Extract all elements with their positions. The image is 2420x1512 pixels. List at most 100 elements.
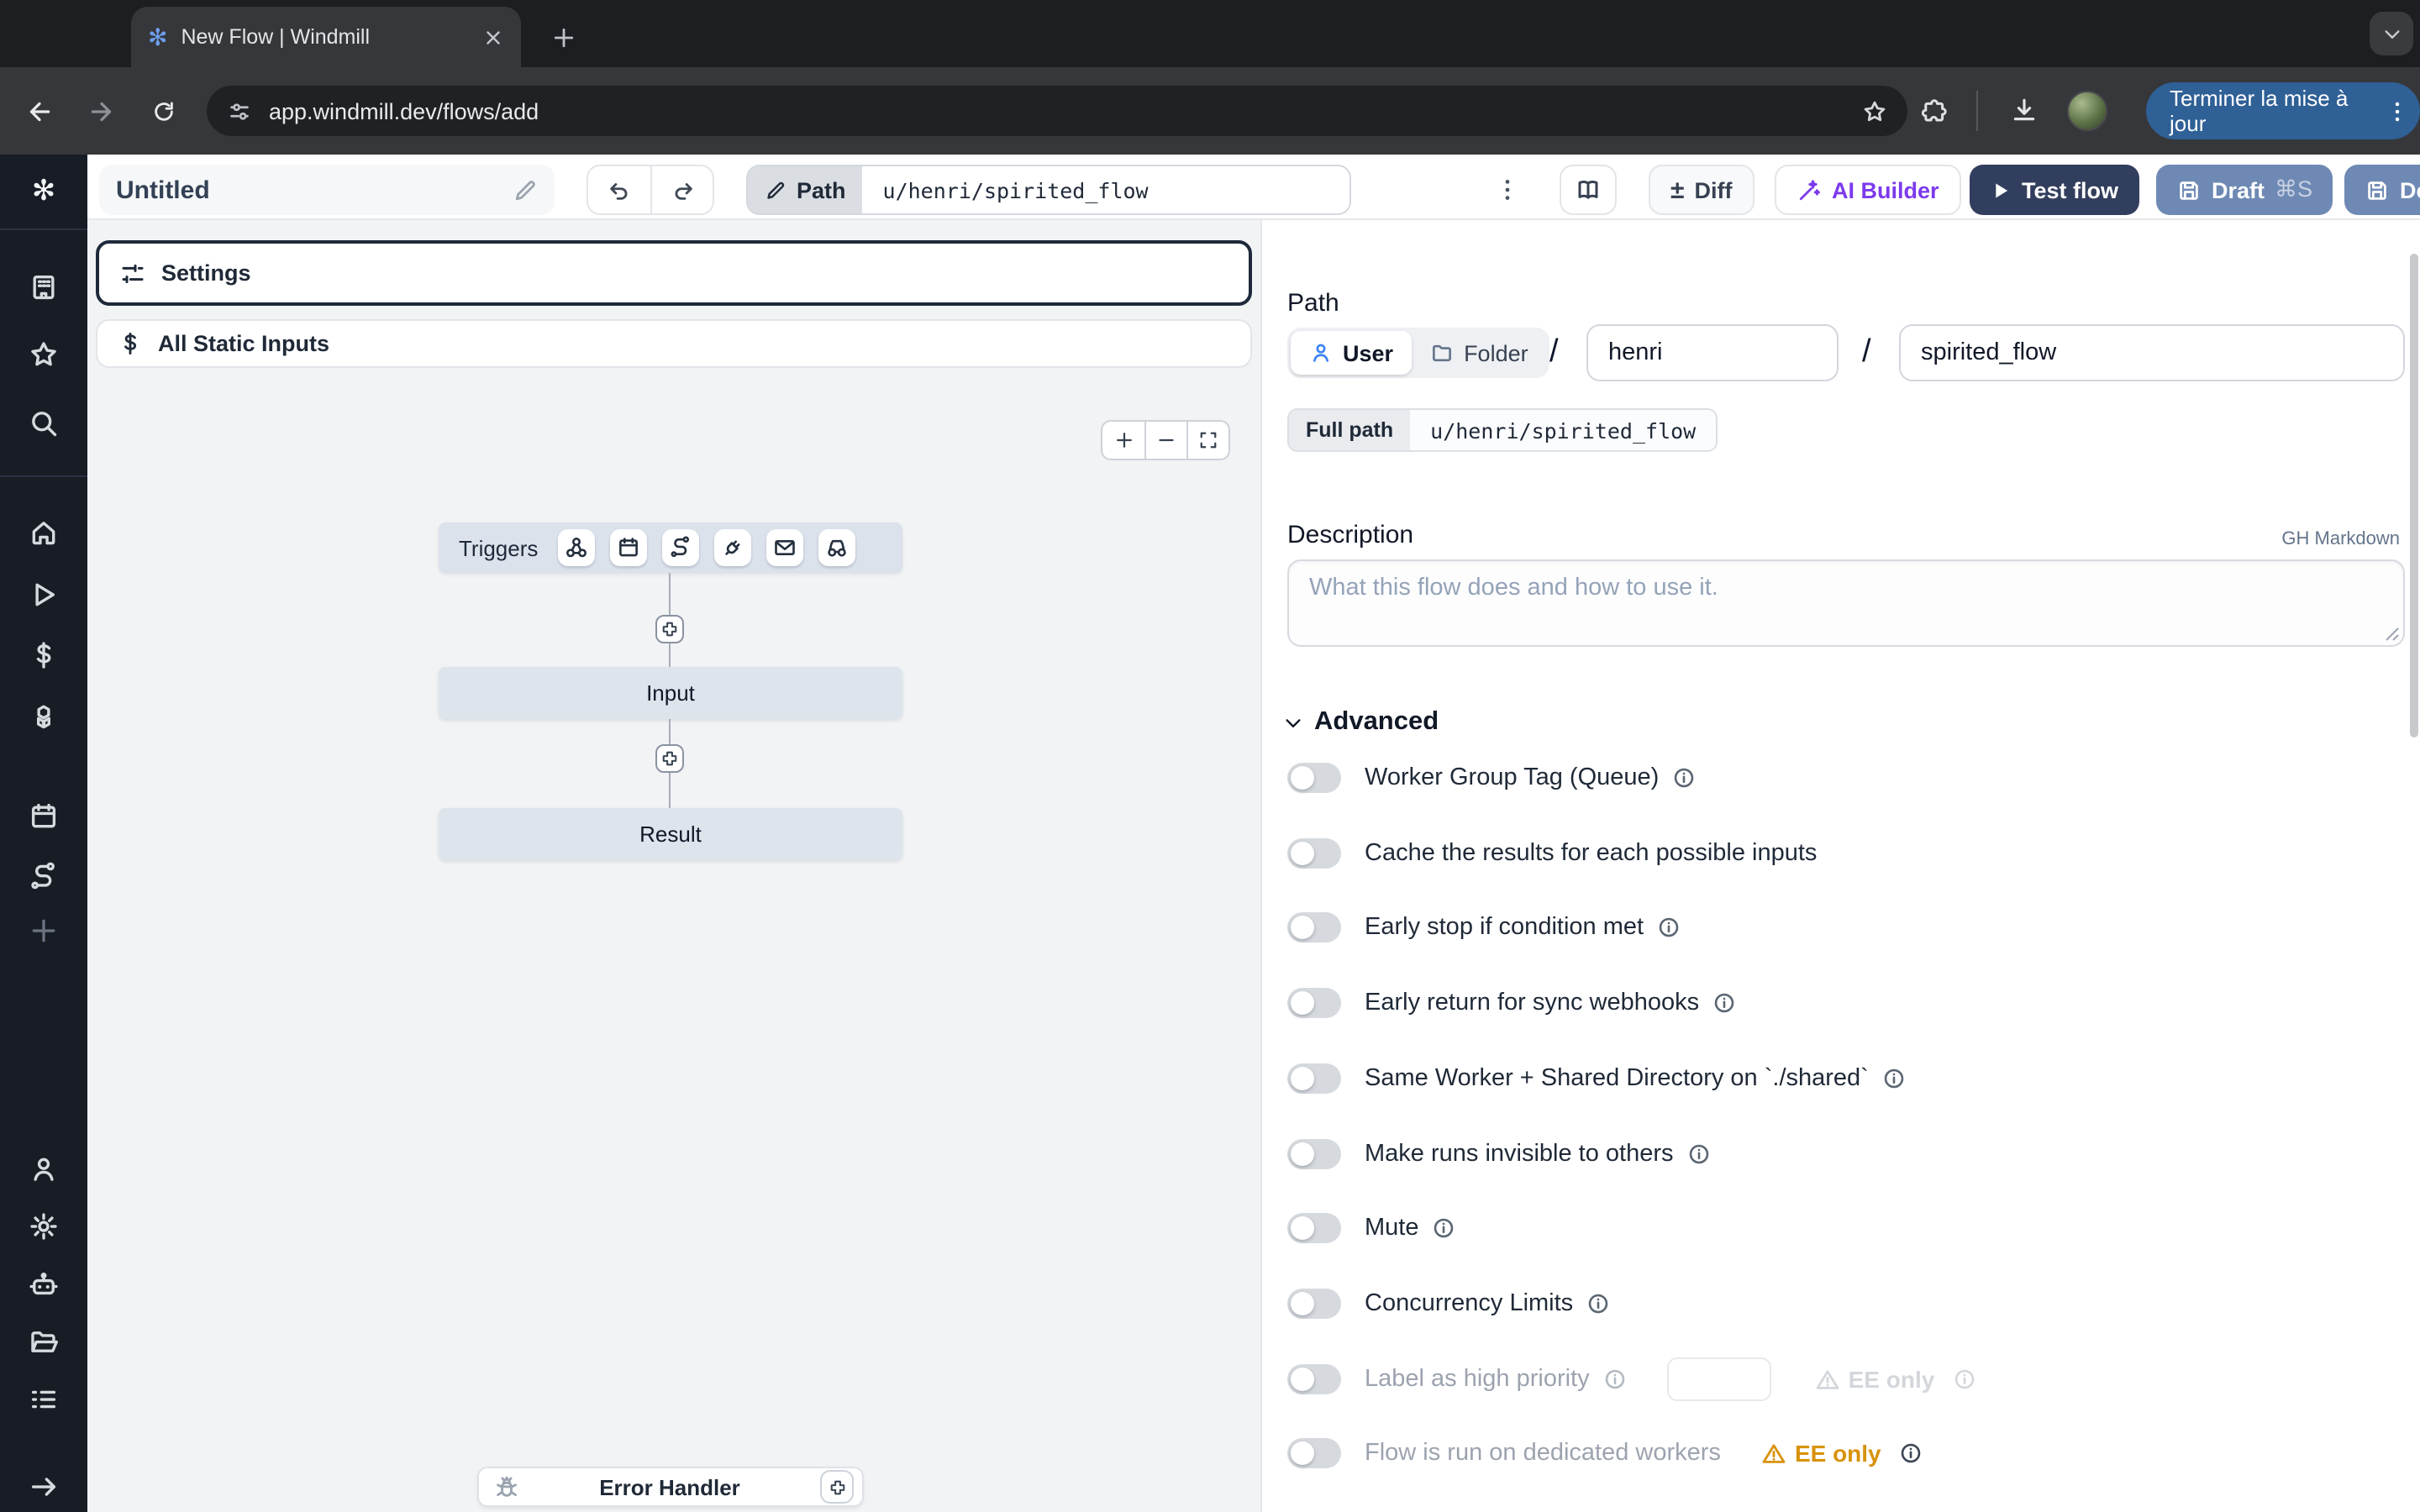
sidebar-item-schedules[interactable]: [0, 800, 87, 833]
browser-menu-kebab-icon[interactable]: [2385, 98, 2410, 123]
path-owner-input[interactable]: [1586, 324, 1839, 381]
info-icon[interactable]: [1953, 1368, 1976, 1391]
static-inputs-panel-button[interactable]: All Static Inputs: [96, 319, 1252, 368]
redo-button[interactable]: [650, 166, 713, 213]
more-options-button[interactable]: [1491, 165, 1524, 215]
info-icon[interactable]: [1657, 916, 1681, 939]
extensions-icon[interactable]: [1921, 97, 1948, 124]
add-step-button[interactable]: [655, 744, 684, 773]
toggle-switch-off[interactable]: [1287, 1289, 1341, 1319]
new-tab-button[interactable]: [541, 15, 585, 59]
sidebar-item-add[interactable]: [0, 914, 87, 948]
flow-name-box[interactable]: Untitled: [99, 165, 555, 215]
download-icon[interactable]: [2010, 96, 2039, 124]
sidebar-item-logs[interactable]: [0, 1383, 87, 1416]
deploy-button[interactable]: Deploy: [2344, 165, 2420, 215]
profile-avatar[interactable]: [2067, 91, 2107, 131]
sidebar-item-arrow-right[interactable]: [0, 1470, 87, 1504]
priority-value-input[interactable]: [1667, 1357, 1771, 1401]
info-icon[interactable]: [1900, 1441, 1923, 1465]
trigger-email-button[interactable]: [766, 529, 803, 566]
fit-view-button[interactable]: [1186, 422, 1228, 459]
sidebar-item-home[interactable]: [0, 516, 87, 549]
ai-builder-button[interactable]: AI Builder: [1775, 165, 1961, 215]
sidebar-item-search[interactable]: [0, 407, 87, 440]
draft-button[interactable]: Draft ⌘S: [2156, 165, 2333, 215]
forward-button[interactable]: [76, 86, 126, 136]
info-icon[interactable]: [1586, 1292, 1610, 1315]
full-path-label: Full path: [1289, 410, 1410, 450]
sidebar-item-settings[interactable]: [0, 1210, 87, 1243]
zoom-in-button[interactable]: [1102, 422, 1144, 459]
trigger-webhook-button[interactable]: [558, 529, 595, 566]
browser-tab[interactable]: ✻ New Flow | Windmill: [131, 7, 521, 67]
toggle-switch-off[interactable]: [1287, 912, 1341, 942]
path-field-value[interactable]: u/henri/spirited_flow: [863, 166, 1350, 213]
tab-close-icon[interactable]: [482, 26, 504, 48]
add-step-button[interactable]: [655, 615, 684, 643]
toggle-switch-off[interactable]: [1287, 1438, 1341, 1468]
toggle-switch-off[interactable]: [1287, 1213, 1341, 1243]
trigger-schedule-button[interactable]: [610, 529, 647, 566]
sidebar-item-ai[interactable]: [0, 1268, 87, 1302]
sidebar-item-workers[interactable]: [0, 1152, 87, 1186]
zoom-out-button[interactable]: [1144, 422, 1186, 459]
error-handler-node[interactable]: Error Handler: [477, 1467, 864, 1507]
sidebar-item-favorites[interactable]: [0, 338, 87, 371]
sidebar-item-runs[interactable]: [0, 578, 87, 612]
toggle-switch-off[interactable]: [1287, 1364, 1341, 1394]
path-name-input[interactable]: [1899, 324, 2405, 381]
info-icon[interactable]: [1672, 766, 1696, 790]
toggle-switch-off[interactable]: [1287, 838, 1341, 869]
toggle-switch-off[interactable]: [1287, 1139, 1341, 1169]
diff-button[interactable]: ± Diff: [1649, 165, 1754, 215]
edit-pencil-icon[interactable]: [513, 177, 538, 202]
url-bar[interactable]: app.windmill.dev/flows/add: [207, 86, 1907, 136]
trigger-poll-button[interactable]: [818, 529, 855, 566]
toggle-switch-off[interactable]: [1287, 1063, 1341, 1094]
settings-panel-button[interactable]: Settings: [96, 240, 1252, 306]
sidebar-item-folders[interactable]: [0, 1326, 87, 1359]
sidebar-item-variables[interactable]: [0, 638, 87, 672]
description-textarea[interactable]: [1287, 559, 2405, 647]
resize-handle-icon[interactable]: [2385, 627, 2400, 642]
scrollbar-thumb[interactable]: [2410, 254, 2418, 738]
info-icon[interactable]: [1433, 1216, 1456, 1240]
info-icon[interactable]: [1712, 991, 1736, 1015]
toggle-switch-off[interactable]: [1287, 763, 1341, 793]
url-text[interactable]: app.windmill.dev/flows/add: [269, 98, 1845, 123]
plus-minus-icon: ±: [1670, 176, 1684, 204]
info-icon[interactable]: [1882, 1067, 1906, 1090]
reload-button[interactable]: [138, 86, 188, 136]
sidebar-item-triggers[interactable]: [0, 860, 87, 894]
browser-update-button[interactable]: Terminer la mise à jour: [2146, 82, 2420, 139]
webhook-icon: [565, 536, 588, 559]
owner-kind-folder[interactable]: Folder: [1412, 331, 1547, 375]
advanced-section-header[interactable]: Advanced: [1282, 707, 1439, 738]
sidebar-item-resources[interactable]: [0, 701, 87, 734]
undo-button[interactable]: [588, 166, 650, 213]
back-button[interactable]: [13, 86, 64, 136]
advanced-toggle-row: Make runs invisible to others: [1287, 1136, 2403, 1173]
toggle-switch-off[interactable]: [1287, 988, 1341, 1018]
input-node[interactable]: Input: [439, 667, 902, 719]
result-node[interactable]: Result: [439, 808, 902, 860]
add-error-handler-button[interactable]: [820, 1470, 854, 1504]
windmill-logo-icon[interactable]: ✻: [0, 175, 87, 208]
plus-icon: [550, 24, 576, 50]
test-flow-button[interactable]: Test flow: [1970, 165, 2139, 215]
info-icon[interactable]: [1687, 1142, 1711, 1166]
docs-button[interactable]: [1560, 165, 1617, 215]
tab-search-button[interactable]: [2370, 12, 2413, 55]
sidebar-item-workspace[interactable]: [0, 270, 87, 304]
trigger-route-button[interactable]: [662, 529, 699, 566]
sidebar-divider: [0, 475, 87, 477]
header-path-field[interactable]: Path u/henri/spirited_flow: [746, 165, 1352, 215]
bookmark-star-icon[interactable]: [1862, 98, 1887, 123]
ee-only-badge: EE only: [1815, 1366, 1977, 1393]
trigger-websocket-button[interactable]: [714, 529, 751, 566]
site-settings-icon[interactable]: [227, 98, 252, 123]
triggers-node[interactable]: Triggers: [439, 522, 902, 573]
owner-kind-user[interactable]: User: [1291, 331, 1412, 375]
info-icon[interactable]: [1603, 1368, 1627, 1391]
